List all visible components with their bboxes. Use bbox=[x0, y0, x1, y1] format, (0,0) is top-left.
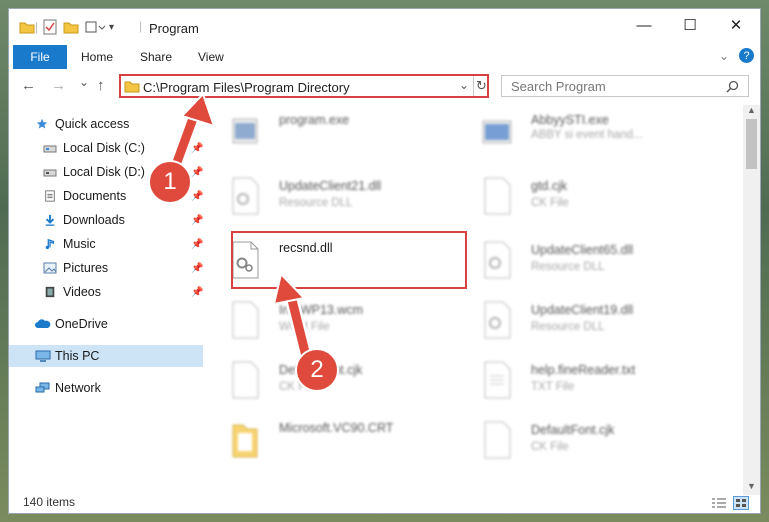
callout-badge-1: 1 bbox=[148, 160, 192, 204]
callout-badge-2: 2 bbox=[295, 348, 339, 392]
annotation-arrows bbox=[165, 92, 315, 371]
arrow-2 bbox=[272, 271, 315, 371]
